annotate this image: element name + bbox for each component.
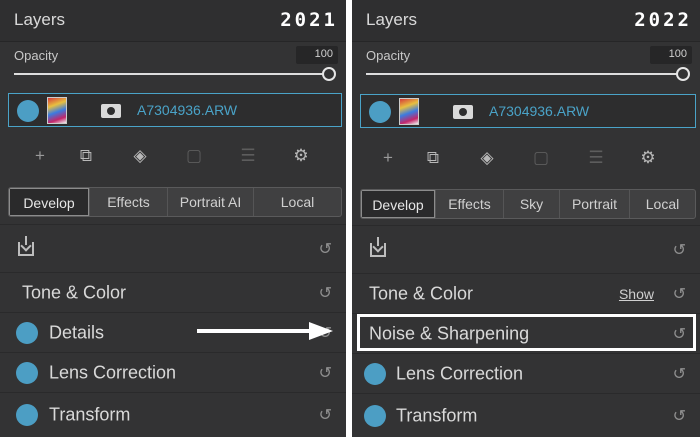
stack-layers-icon[interactable]: ☰ [236,144,260,168]
tab-local[interactable]: Local [629,190,695,218]
tab-effects[interactable]: Effects [435,190,503,218]
opacity-label: Opacity [366,48,411,63]
layer-filename: A7304936.ARW [489,103,590,119]
show-link[interactable]: Show [619,286,654,302]
opacity-slider-thumb[interactable] [676,67,690,81]
section-lens-correction[interactable]: Lens Correction ↺ [0,352,346,392]
document-icon[interactable]: ▢ [529,146,553,170]
section-label: Transform [396,405,478,425]
section-tone-color[interactable]: Tone & Color ↺ [0,272,346,312]
arrow-right-icon [197,322,333,340]
opacity-control: Opacity 100 [352,42,700,90]
section-label: Tone & Color [22,282,127,302]
section-label: Transform [49,404,131,425]
section-label: Lens Correction [396,363,524,383]
tab-develop[interactable]: Develop [361,190,435,218]
module-tabs: Develop Effects Portrait AI Local [8,187,342,217]
module-tabs: Develop Effects Sky Portrait Local [360,189,696,219]
layer-visibility-dot[interactable] [17,100,39,122]
opacity-slider-track[interactable] [14,73,330,75]
tab-portrait[interactable]: Portrait [559,190,629,218]
stack-layers-icon[interactable]: ☰ [584,146,608,170]
section-label: Lens Correction [49,362,177,382]
reset-icon[interactable]: ↺ [673,364,686,384]
mask-icon[interactable] [101,104,121,118]
layer-thumbnail [47,97,67,124]
presets-row: ↺ [352,225,700,273]
reset-icon[interactable]: ↺ [673,284,686,304]
import-icon[interactable] [18,235,34,256]
section-label: Tone & Color [369,283,474,303]
section-tone-color[interactable]: Tone & Color Show ↺ [352,273,700,313]
add-layer-icon[interactable]: + [376,146,400,170]
tab-develop[interactable]: Develop [9,188,89,216]
year-label: 2022 [634,9,692,31]
noise-sharpening-highlight [357,314,696,351]
tab-local[interactable]: Local [253,188,341,216]
panel-header: Layers 2022 [352,0,700,42]
panel-title: Layers [14,10,66,29]
layer-row[interactable]: A7304936.ARW [8,93,342,127]
tab-sky[interactable]: Sky [503,190,559,218]
layer-row[interactable]: A7304936.ARW [360,94,696,128]
section-label: Details [49,322,105,342]
reset-icon[interactable]: ↺ [319,405,332,425]
opacity-value-field[interactable]: 100 [296,46,338,64]
section-toggle-dot[interactable] [16,361,38,384]
tab-portrait-ai[interactable]: Portrait AI [167,188,253,216]
reset-icon[interactable]: ↺ [319,363,332,383]
opacity-control: Opacity 100 [0,42,346,90]
fill-bucket-icon[interactable]: ◈ [475,146,499,170]
mask-icon[interactable] [453,105,473,119]
panel-title: Layers [366,10,418,29]
section-lens-correction[interactable]: Lens Correction ↺ [352,353,700,393]
reset-icon[interactable]: ↺ [319,239,332,259]
opacity-slider-thumb[interactable] [322,67,336,81]
section-toggle-dot[interactable] [364,362,386,385]
copy-layer-icon[interactable]: ⧉ [74,144,98,168]
add-layer-icon[interactable]: + [28,144,52,168]
section-toggle-dot[interactable] [16,321,38,344]
layer-filename: A7304936.ARW [137,102,238,118]
layers-panel-2022: Layers 2022 Opacity 100 A7304936.ARW + ⧉… [352,0,700,437]
import-icon[interactable] [370,236,386,257]
layer-toolbar: + ⧉ ◈ ▢ ☰ ⚙ [0,140,346,172]
copy-layer-icon[interactable]: ⧉ [421,146,445,170]
section-transform[interactable]: Transform ↺ [352,393,700,437]
layers-panel-2021: Layers 2021 Opacity 100 A7304936.ARW + ⧉… [0,0,346,437]
layer-visibility-dot[interactable] [369,101,391,123]
year-label: 2021 [280,9,338,31]
section-toggle-dot[interactable] [16,404,38,426]
presets-row: ↺ [0,224,346,272]
opacity-label: Opacity [14,48,59,63]
reset-icon[interactable]: ↺ [319,283,332,303]
section-toggle-dot[interactable] [364,404,386,427]
opacity-slider-track[interactable] [366,73,684,75]
section-transform[interactable]: Transform ↺ [0,392,346,437]
tab-effects[interactable]: Effects [89,188,167,216]
reset-icon[interactable]: ↺ [673,240,686,260]
gear-icon[interactable]: ⚙ [289,144,313,168]
panel-header: Layers 2021 [0,0,346,42]
reset-icon[interactable]: ↺ [673,406,686,426]
opacity-value-field[interactable]: 100 [650,46,692,64]
layer-thumbnail [399,98,419,125]
document-icon[interactable]: ▢ [182,144,206,168]
fill-bucket-icon[interactable]: ◈ [128,144,152,168]
layer-toolbar: + ⧉ ◈ ▢ ☰ ⚙ [352,142,700,174]
gear-icon[interactable]: ⚙ [636,146,660,170]
